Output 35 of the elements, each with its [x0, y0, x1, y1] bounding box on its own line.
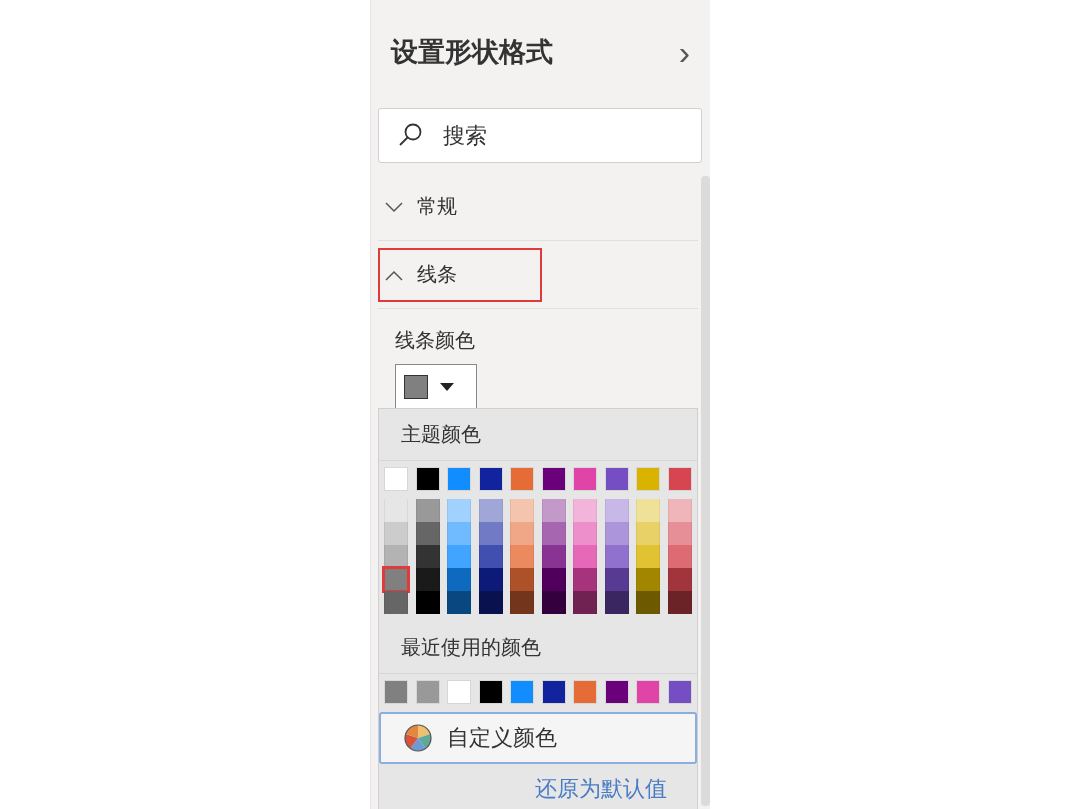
color-swatch[interactable] — [573, 680, 598, 704]
color-swatch[interactable] — [541, 680, 566, 704]
color-swatch[interactable] — [478, 467, 503, 491]
color-dropdown[interactable] — [395, 364, 477, 408]
color-swatch[interactable] — [384, 680, 408, 704]
color-swatch[interactable] — [636, 467, 661, 491]
color-swatch[interactable] — [447, 680, 472, 704]
section-header[interactable]: 常规 — [378, 179, 483, 234]
line-color-label: 线条颜色 — [395, 327, 476, 354]
pane-title: 设置形状格式 — [391, 35, 553, 69]
caret-icon — [440, 382, 454, 391]
color-swatch[interactable] — [415, 680, 440, 704]
chevron-icon — [385, 268, 403, 281]
chevron-icon — [385, 200, 403, 213]
scrollbar[interactable] — [701, 176, 710, 806]
search-field[interactable]: 搜索 — [378, 108, 702, 163]
color-swatch[interactable] — [604, 680, 629, 704]
color-swatch[interactable] — [573, 467, 598, 491]
color-swatch[interactable] — [667, 467, 692, 491]
color-wheel-icon — [403, 723, 433, 753]
color-swatch[interactable] — [510, 680, 535, 704]
color-swatch[interactable] — [384, 467, 408, 491]
color-swatch[interactable] — [415, 467, 440, 491]
color-swatch[interactable] — [510, 467, 535, 491]
color-swatch[interactable] — [541, 467, 566, 491]
color-swatch[interactable] — [478, 680, 503, 704]
section-header[interactable]: 线条 — [378, 247, 542, 302]
theme-colors-heading: 主题颜色 — [379, 409, 698, 461]
recent-colors-heading: 最近使用的颜色 — [379, 622, 698, 674]
collapse-button[interactable]: › — [678, 35, 690, 69]
color-swatch[interactable] — [604, 467, 629, 491]
custom-color-button[interactable]: 自定义颜色 — [379, 712, 698, 764]
color-swatch[interactable] — [447, 467, 472, 491]
color-swatch[interactable] — [636, 680, 661, 704]
color-swatch[interactable] — [667, 680, 692, 704]
